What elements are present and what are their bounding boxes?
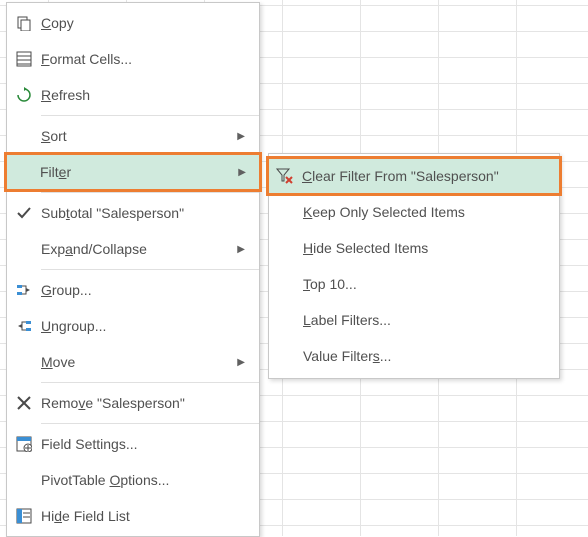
menu-label: Field Settings... [41,436,245,452]
menu-item-sort[interactable]: Sort ▶ [7,118,259,154]
submenu-arrow-icon: ▶ [237,357,245,368]
menu-item-group[interactable]: Group... [7,272,259,308]
checkmark-icon [7,205,41,221]
menu-item-format-cells[interactable]: Format Cells... [7,41,259,77]
menu-label: Subtotal "Salesperson" [41,205,245,221]
menu-item-move[interactable]: Move ▶ [7,344,259,380]
menu-label: Remove "Salesperson" [41,395,245,411]
submenu-item-clear-filter[interactable]: Clear Filter From "Salesperson" [268,158,560,194]
menu-label: Value Filters... [303,348,545,364]
menu-label: Label Filters... [303,312,545,328]
menu-item-pivottable-options[interactable]: PivotTable Options... [7,462,259,498]
menu-label: Refresh [41,87,245,103]
remove-icon [7,395,41,411]
menu-label: PivotTable Options... [41,472,245,488]
context-menu: Copy Format Cells... Refresh Sort ▶ Filt… [6,2,260,537]
menu-label: Move [41,354,237,370]
menu-item-filter[interactable]: Filter ▶ [6,154,260,190]
submenu-item-top-10[interactable]: Top 10... [269,266,559,302]
submenu-item-label-filters[interactable]: Label Filters... [269,302,559,338]
menu-label: Keep Only Selected Items [303,204,545,220]
menu-item-hide-field-list[interactable]: Hide Field List [7,498,259,534]
menu-item-copy[interactable]: Copy [7,5,259,41]
submenu-item-hide-selected[interactable]: Hide Selected Items [269,230,559,266]
submenu-arrow-icon: ▶ [238,167,246,178]
menu-item-expand-collapse[interactable]: Expand/Collapse ▶ [7,231,259,267]
group-icon [7,282,41,298]
format-cells-icon [7,51,41,67]
menu-item-field-settings[interactable]: Field Settings... [7,426,259,462]
menu-item-refresh[interactable]: Refresh [7,77,259,113]
field-settings-icon [7,436,41,452]
menu-label: Ungroup... [41,318,245,334]
menu-label: Copy [41,15,245,31]
menu-label: Filter [40,164,238,180]
copy-icon [7,15,41,31]
menu-label: Sort [41,128,237,144]
submenu-item-keep-selected[interactable]: Keep Only Selected Items [269,194,559,230]
menu-item-ungroup[interactable]: Ungroup... [7,308,259,344]
field-list-icon [7,508,41,524]
menu-separator [41,192,259,193]
menu-label: Top 10... [303,276,545,292]
menu-label: Expand/Collapse [41,241,237,257]
menu-item-remove-field[interactable]: Remove "Salesperson" [7,385,259,421]
menu-separator [41,423,259,424]
submenu-arrow-icon: ▶ [237,244,245,255]
menu-label: Hide Field List [41,508,245,524]
filter-submenu: Clear Filter From "Salesperson" Keep Onl… [268,153,560,379]
menu-separator [41,269,259,270]
menu-separator [41,115,259,116]
menu-separator [41,382,259,383]
menu-item-subtotal[interactable]: Subtotal "Salesperson" [7,195,259,231]
submenu-arrow-icon: ▶ [237,131,245,142]
menu-label: Clear Filter From "Salesperson" [302,168,546,184]
menu-label: Hide Selected Items [303,240,545,256]
refresh-icon [7,87,41,103]
submenu-item-value-filters[interactable]: Value Filters... [269,338,559,374]
menu-label: Format Cells... [41,51,245,67]
menu-label: Group... [41,282,245,298]
ungroup-icon [7,318,41,334]
clear-filter-icon [268,168,302,184]
